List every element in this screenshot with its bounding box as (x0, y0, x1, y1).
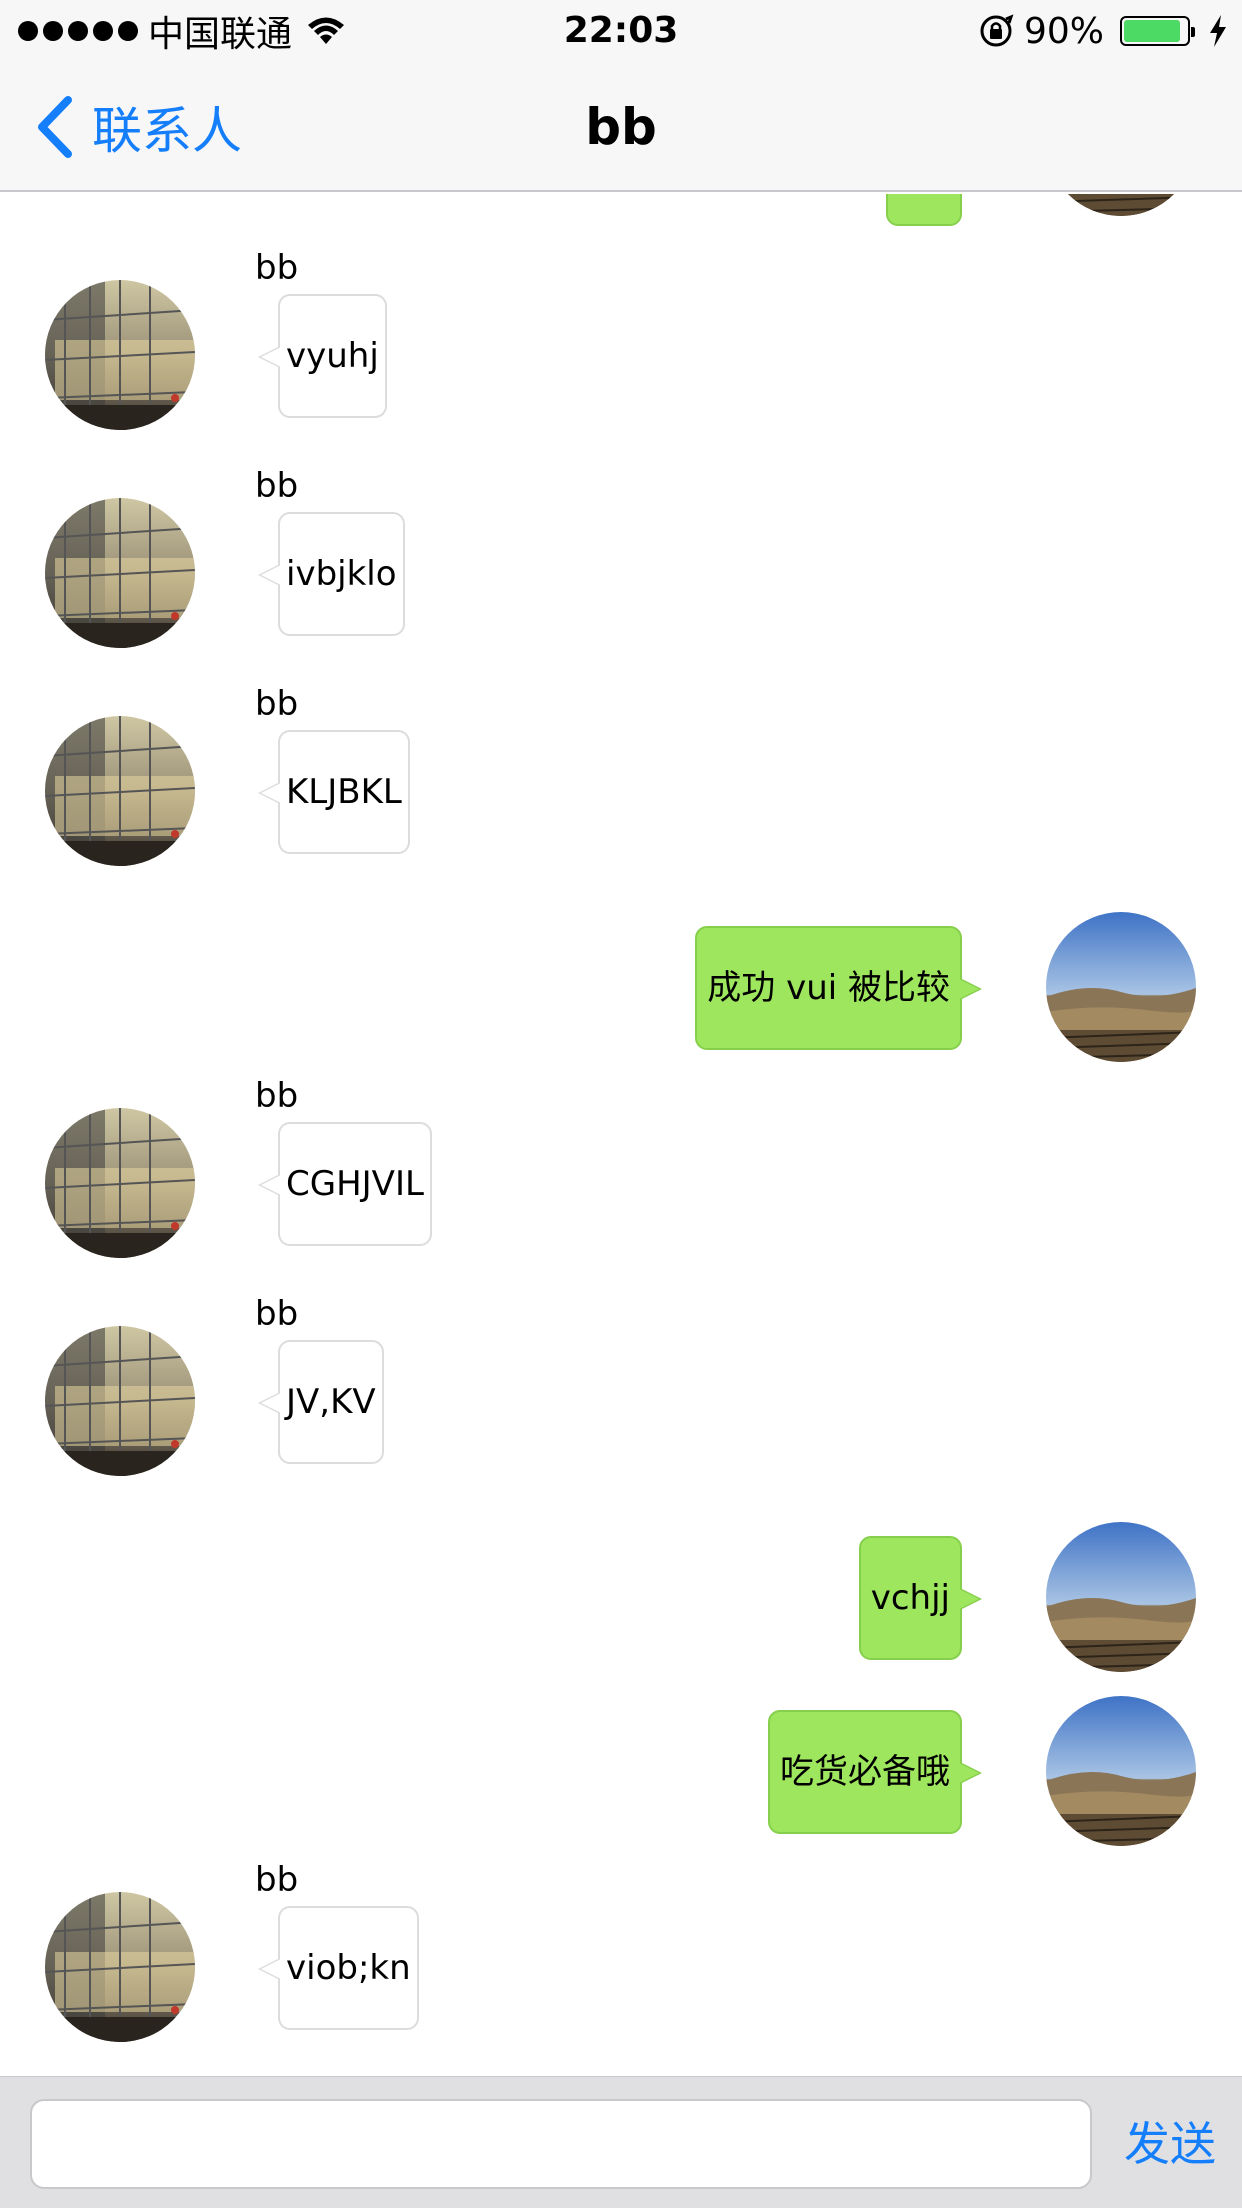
contact-avatar[interactable] (45, 1108, 195, 1258)
conversation-title: bb (585, 98, 657, 156)
contact-avatar[interactable] (45, 1326, 195, 1476)
sender-name: bb (255, 1076, 299, 1116)
my-avatar[interactable] (1046, 194, 1196, 216)
battery-percent: 90% (1023, 10, 1104, 52)
contact-avatar[interactable] (45, 716, 195, 866)
charging-bolt-icon (1210, 15, 1226, 47)
navigation-bar: 联系人 bb (0, 62, 1242, 192)
sender-name: bb (255, 684, 299, 724)
sender-name: bb (255, 466, 299, 506)
input-bar: 发送 (0, 2076, 1242, 2208)
send-button[interactable]: 发送 (1110, 2099, 1230, 2189)
rotation-lock-icon (980, 14, 1014, 47)
sender-name: bb (255, 248, 299, 288)
battery-icon (1120, 16, 1195, 46)
chat-screen: 中国联通 22:03 90% 联系人 bb bb vyuhj bb ivbjkl… (0, 0, 1242, 2208)
contact-avatar[interactable] (45, 498, 195, 648)
sender-name: bb (255, 1860, 299, 1900)
message-bubble-incoming[interactable]: vyuhj (258, 294, 387, 418)
my-avatar[interactable] (1046, 912, 1196, 1062)
message-bubble-incoming[interactable]: viob;kn (258, 1906, 419, 2030)
my-avatar[interactable] (1046, 1522, 1196, 1672)
message-bubble-incoming[interactable]: KLJBKL (258, 730, 410, 854)
status-bar: 中国联通 22:03 90% (0, 0, 1242, 62)
message-bubble-incoming[interactable]: JV,KV (258, 1340, 384, 1464)
message-bubble-incoming[interactable]: CGHJVIL (258, 1122, 432, 1246)
message-input[interactable] (30, 2099, 1092, 2189)
battery-fill (1124, 20, 1180, 42)
message-bubble-incoming[interactable]: ivbjklo (258, 512, 405, 636)
message-bubble-outgoing[interactable]: vchjj (858, 1536, 983, 1660)
message-list[interactable]: bb vyuhj bb ivbjklo bb KLJBKL 成功 vui 被比较… (0, 194, 1242, 2076)
message-bubble-outgoing[interactable] (886, 194, 962, 226)
message-bubble-outgoing[interactable]: 吃货必备哦 (768, 1710, 982, 1834)
contact-avatar[interactable] (45, 280, 195, 430)
my-avatar[interactable] (1046, 1696, 1196, 1846)
sender-name: bb (255, 1294, 299, 1334)
status-right: 90% (978, 8, 1228, 54)
message-bubble-outgoing[interactable]: 成功 vui 被比较 (695, 926, 982, 1050)
contact-avatar[interactable] (45, 1892, 195, 2042)
